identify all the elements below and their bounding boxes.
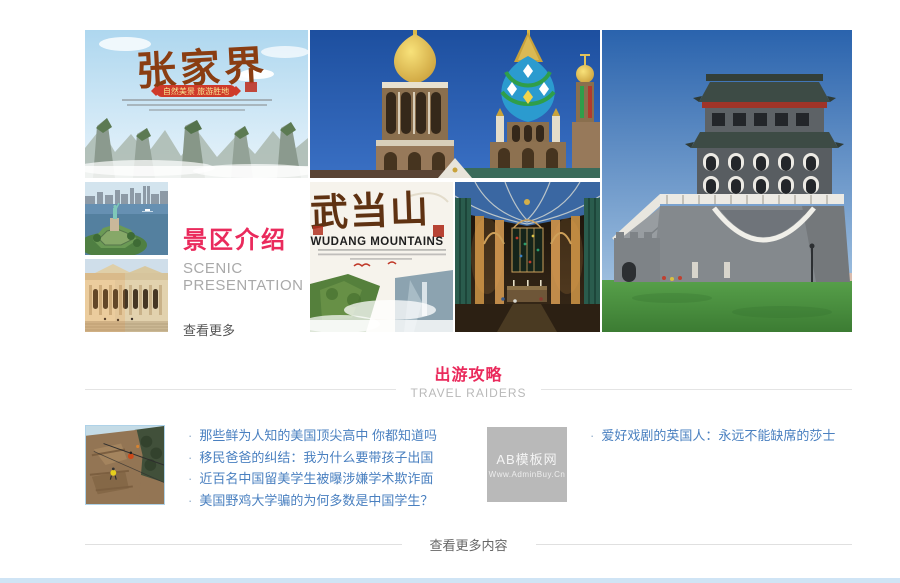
placeholder-brand-text: AB模板网 <box>487 427 567 468</box>
article-link-label: 爱好戏剧的英国人：永远不能缺席的莎士 <box>601 428 835 443</box>
article-link[interactable]: · 近百名中国留美学生被曝涉嫌学术欺诈面 <box>188 468 437 490</box>
article-link[interactable]: · 美国野鸡大学骗的为何多数是中国学生？ <box>188 490 437 512</box>
statue-of-liberty-photo[interactable] <box>85 182 168 255</box>
article-link-label: 美国野鸡大学骗的为何多数是中国学生？ <box>199 493 433 508</box>
travel-heading-text: 出游攻略 TRAVEL RAIDERS <box>410 367 526 400</box>
articles-row: · 那些鲜为人知的美国顶尖高中 你都知道吗 · 移民爸爸的纠结：我为什么要带孩子出国… <box>85 425 852 520</box>
cathedral-interior-photo[interactable] <box>455 182 600 332</box>
bottom-accent-bar <box>0 578 900 583</box>
cathedral-interior-art <box>455 182 600 332</box>
travel-section-heading: 出游攻略 TRAVEL RAIDERS <box>85 367 852 400</box>
divider-line <box>85 389 396 390</box>
rock-climbing-art <box>86 426 164 504</box>
church-photo-art <box>310 30 600 178</box>
scenic-intro-subtitle: SCENIC PRESENTATION <box>183 260 313 294</box>
article-list-right: · 爱好戏剧的英国人：永远不能缺席的莎士 <box>590 425 835 447</box>
view-more-footer: 查看更多内容 <box>85 535 852 554</box>
zhangjiajie-poster-art: 张家界 自然美景 旅游胜地 <box>85 30 308 178</box>
church-photo-image[interactable] <box>310 30 600 178</box>
divider-line <box>541 389 852 390</box>
article-list-left: · 那些鲜为人知的美国顶尖高中 你都知道吗 · 移民爸爸的纠结：我为什么要带孩子出国… <box>188 425 437 511</box>
article-link[interactable]: · 移民爸爸的纠结：我为什么要带孩子出国 <box>188 447 437 469</box>
museum-photo-art <box>85 259 168 332</box>
gate-tower-photo-art <box>602 30 852 332</box>
gate-tower-photo-image[interactable] <box>602 30 852 332</box>
divider-line <box>85 544 402 545</box>
scenic-intro-title: 景区介绍 <box>183 220 313 255</box>
article-link[interactable]: · 爱好戏剧的英国人：永远不能缺席的莎士 <box>590 425 835 447</box>
placeholder-url-text: Www.AdminBuy.Cn <box>487 470 567 479</box>
bullet-icon: · <box>188 428 192 443</box>
article-link[interactable]: · 那些鲜为人知的美国顶尖高中 你都知道吗 <box>188 425 437 447</box>
bullet-icon: · <box>590 428 594 443</box>
view-more-content-link[interactable]: 查看更多内容 <box>430 535 508 554</box>
article-link-label: 那些鲜为人知的美国顶尖高中 你都知道吗 <box>199 428 437 443</box>
bullet-icon: · <box>188 450 192 465</box>
rock-climbing-thumbnail[interactable] <box>85 425 165 505</box>
travel-section-subtitle: TRAVEL RAIDERS <box>410 386 526 400</box>
bullet-icon: · <box>188 493 192 508</box>
divider-line <box>536 544 853 545</box>
zhangjiajie-banner-text: 自然美景 旅游胜地 <box>163 86 229 96</box>
wudang-title: 武当山 <box>310 186 431 235</box>
scenic-intro-subtitle-line2: PRESENTATION <box>183 277 313 294</box>
travel-section-title: 出游攻略 <box>410 367 526 385</box>
scenic-intro-subtitle-line1: SCENIC <box>183 260 313 277</box>
article-link-label: 移民爸爸的纠结：我为什么要带孩子出国 <box>199 450 433 465</box>
statue-of-liberty-art <box>85 182 168 255</box>
bullet-icon: · <box>188 471 192 486</box>
article-link-label: 近百名中国留美学生被曝涉嫌学术欺诈面 <box>199 471 433 486</box>
content-container: 张家界 自然美景 旅游胜地 <box>85 30 852 575</box>
placeholder-thumbnail[interactable]: AB模板网 Www.AdminBuy.Cn <box>487 427 567 502</box>
zhangjiajie-poster-image[interactable]: 张家界 自然美景 旅游胜地 <box>85 30 308 178</box>
scenic-intro-block: 景区介绍 SCENIC PRESENTATION 查看更多 <box>183 220 313 339</box>
wudang-poster-art: 武当山 WUDANG MOUNTAINS <box>310 182 453 332</box>
scenic-view-more-link[interactable]: 查看更多 <box>183 320 313 339</box>
travel-landing-page: 张家界 自然美景 旅游胜地 <box>0 0 900 583</box>
museum-photo[interactable] <box>85 259 168 332</box>
wudang-subtitle: WUDANG MOUNTAINS <box>311 236 444 248</box>
wudang-poster-image[interactable]: 武当山 WUDANG MOUNTAINS <box>310 182 453 332</box>
